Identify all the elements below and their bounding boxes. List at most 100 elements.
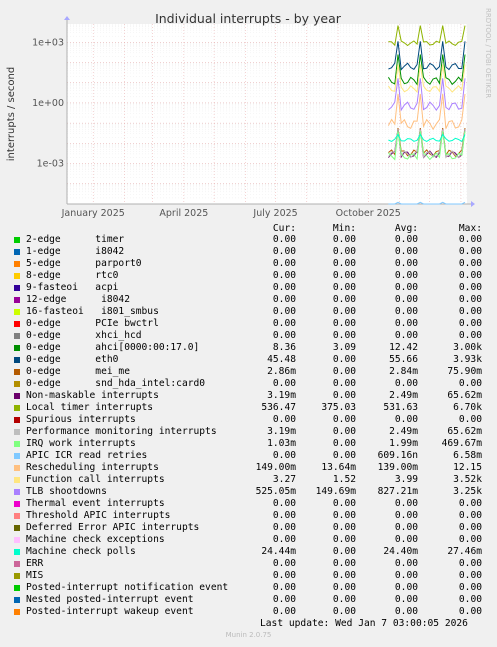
legend-cur-value: 45.48 [267,354,296,365]
legend-max-value: 0.00 [458,510,482,521]
legend-swatch [14,237,20,243]
legend-row: 0-edge mei_me 2.86m 0.00 2.84m 75.90m [14,366,494,378]
legend-max-value: 0.00 [458,258,482,269]
legend-min-value: 0.00 [332,246,356,257]
legend-min-value: 0.00 [332,318,356,329]
legend-cur-value: 149.00m [255,462,296,473]
legend-min-value: 0.00 [332,306,356,317]
legend-swatch [14,249,20,255]
legend-label: 8-edge rtc0 [26,270,119,281]
legend-cur-value: 0.00 [272,294,296,305]
legend-row: Thermal event interrupts 0.00 0.00 0.00 0.00 [14,498,494,510]
legend-cur-value: 0.00 [272,318,296,329]
legend-min-value: 0.00 [332,378,356,389]
legend-min-value: 0.00 [332,558,356,569]
legend-label: ERR [26,558,44,569]
legend-label: 2-edge timer [26,234,125,245]
plot-background [67,24,467,204]
legend-label: Machine check polls [26,546,136,557]
chart-title: Individual interrupts - by year [155,11,342,26]
legend-label: 0-edge eth0 [26,354,119,365]
legend-swatch [14,585,20,591]
legend-label: 16-fasteoi i801_smbus [26,306,159,317]
legend-swatch [14,273,20,279]
legend-min-value: 0.00 [332,354,356,365]
legend-cur-value: 0.00 [272,558,296,569]
legend-min-value: 0.00 [332,450,356,461]
legend-avg-value: 2.84m [389,366,418,377]
legend-max-value: 3.00k [453,342,482,353]
legend-max-value: 65.62m [447,390,482,401]
legend-swatch [14,453,20,459]
legend-cur-value: 0.00 [272,510,296,521]
legend-cur-value: 0.00 [272,414,296,425]
legend-label: TLB shootdowns [26,486,107,497]
legend-label: 0-edge PCIe bwctrl [26,318,159,329]
legend-label: 1-edge i8042 [26,246,125,257]
legend-cur-value: 24.44m [261,546,296,557]
legend-label: IRQ work interrupts [26,438,136,449]
legend-row: 5-edge parport0 0.00 0.00 0.00 0.00 [14,258,494,270]
legend-cur-value: 525.05m [255,486,296,497]
legend-swatch [14,429,20,435]
legend-cur-value: 8.36 [272,342,296,353]
legend-max-value: 0.00 [458,318,482,329]
legend-avg-value: 3.99 [394,474,418,485]
legend-swatch [14,405,20,411]
legend-row: Local timer interrupts 536.47 375.03 531.63… [14,402,494,414]
legend-cur-value: 0.00 [272,330,296,341]
legend-avg-value: 0.00 [394,582,418,593]
legend-min-value: 375.03 [321,402,356,413]
legend-avg-value: 139.00m [377,462,418,473]
legend-row: 8-edge rtc0 0.00 0.00 0.00 0.00 [14,270,494,282]
legend-swatch [14,309,20,315]
legend-label: 0-edge mei_me [26,366,130,377]
legend-cur-value: 0.00 [272,570,296,581]
legend-min-value: 13.64m [321,462,356,473]
legend-min-value: 0.00 [332,594,356,605]
legend-min-value: 0.00 [332,414,356,425]
legend-min-value: 0.00 [332,390,356,401]
legend-cur-value: 0.00 [272,258,296,269]
legend-min-value: 0.00 [332,510,356,521]
legend-swatch [14,393,20,399]
legend-label: Performance monitoring interrupts [26,426,217,437]
legend-cur-value: 3.27 [272,474,296,485]
legend-max-value: 0.00 [458,534,482,545]
legend-swatch [14,513,20,519]
legend-min-value: 149.69m [315,486,356,497]
legend-swatch [14,321,20,327]
legend-swatch [14,357,20,363]
legend-label: Local timer interrupts [26,402,154,413]
legend-cur-value: 0.00 [272,282,296,293]
legend-min-value: 0.00 [332,270,356,281]
legend-max-value: 0.00 [458,234,482,245]
legend-min-value: 3.09 [332,342,356,353]
legend-row: Machine check polls 24.44m 0.00 24.40m 27.46… [14,546,494,558]
legend-row: Spurious interrupts 0.00 0.00 0.00 0.00 [14,414,494,426]
legend-avg-value: 0.00 [394,522,418,533]
legend-max-value: 0.00 [458,594,482,605]
legend-label: 0-edge snd_hda_intel:card0 [26,378,206,389]
legend-min-value: 0.00 [332,606,356,617]
legend-cur-value: 0.00 [272,306,296,317]
legend-avg-value: 24.40m [383,546,418,557]
legend-label: APIC ICR read retries [26,450,148,461]
legend-max-value: 0.00 [458,270,482,281]
legend-min-value: 1.52 [332,474,356,485]
legend-swatch [14,597,20,603]
legend-avg-value: 0.00 [394,294,418,305]
legend-label: Spurious interrupts [26,414,136,425]
legend-min-value: 0.00 [332,546,356,557]
legend-min-value: 0.00 [332,258,356,269]
legend-row: 2-edge timer 0.00 0.00 0.00 0.00 [14,234,494,246]
legend-row: Non-maskable interrupts 3.19m 0.00 2.49m 65.… [14,390,494,402]
legend-cur-value: 0.00 [272,606,296,617]
legend-swatch [14,549,20,555]
legend-label: Threshold APIC interrupts [26,510,171,521]
legend-max-value: 6.70k [453,402,482,413]
legend-avg-value: 0.00 [394,570,418,581]
legend-swatch [14,561,20,567]
legend-row: MIS 0.00 0.00 0.00 0.00 [14,570,494,582]
legend-max-value: 0.00 [458,558,482,569]
